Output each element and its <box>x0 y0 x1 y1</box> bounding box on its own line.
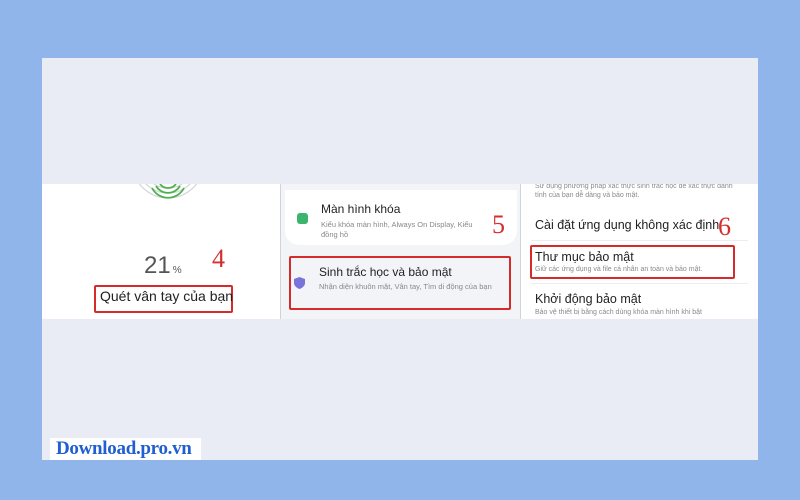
biometrics-subtitle: Nhận diện khuôn mặt, Vân tay, Tìm di độn… <box>319 282 492 291</box>
screenshot-strip: 21% 4 Quét vân tay của bạn Màn hình khóa… <box>42 184 758 319</box>
secure-startup-title: Khởi động bảo mật <box>535 292 642 306</box>
settings-menu-panel: Màn hình khóa Kiểu khóa màn hình, Always… <box>281 184 521 319</box>
lock-screen-title: Màn hình khóa <box>321 202 401 216</box>
secure-folder-title: Thư mục bảo mật <box>535 250 634 264</box>
biometrics-title: Sinh trắc học và bảo mật <box>319 265 452 279</box>
lock-screen-subtitle: Kiểu khóa màn hình, Always On Display, K… <box>321 220 473 239</box>
divider <box>531 283 748 284</box>
scan-progress: 21% <box>144 252 182 279</box>
fingerprint-icon <box>138 184 198 199</box>
step-number-6: 6 <box>718 212 731 241</box>
security-options-panel: Sử dụng phương pháp xác thực sinh trắc h… <box>521 184 758 319</box>
divider <box>531 240 748 241</box>
unknown-apps-item[interactable]: Cài đặt ứng dụng không xác định <box>535 218 719 232</box>
step-number-4: 4 <box>212 244 225 273</box>
shield-icon <box>294 277 305 289</box>
step-number-5: 5 <box>492 210 505 239</box>
fingerprint-scan-panel: 21% 4 Quét vân tay của bạn <box>42 184 281 319</box>
lock-screen-item[interactable]: Màn hình khóa Kiểu khóa màn hình, Always… <box>285 190 517 245</box>
secure-folder-subtitle: Giữ các ứng dụng và file cá nhân an toàn… <box>535 266 703 273</box>
biometric-auth-subtitle: Sử dụng phương pháp xác thực sinh trắc h… <box>535 184 733 199</box>
scan-label: Quét vân tay của bạn <box>100 288 234 304</box>
lock-icon <box>297 213 308 224</box>
secure-startup-subtitle: Bảo vệ thiết bị bằng cách dùng khóa màn … <box>535 309 702 316</box>
site-logo: Download.pro.vn <box>50 438 201 460</box>
